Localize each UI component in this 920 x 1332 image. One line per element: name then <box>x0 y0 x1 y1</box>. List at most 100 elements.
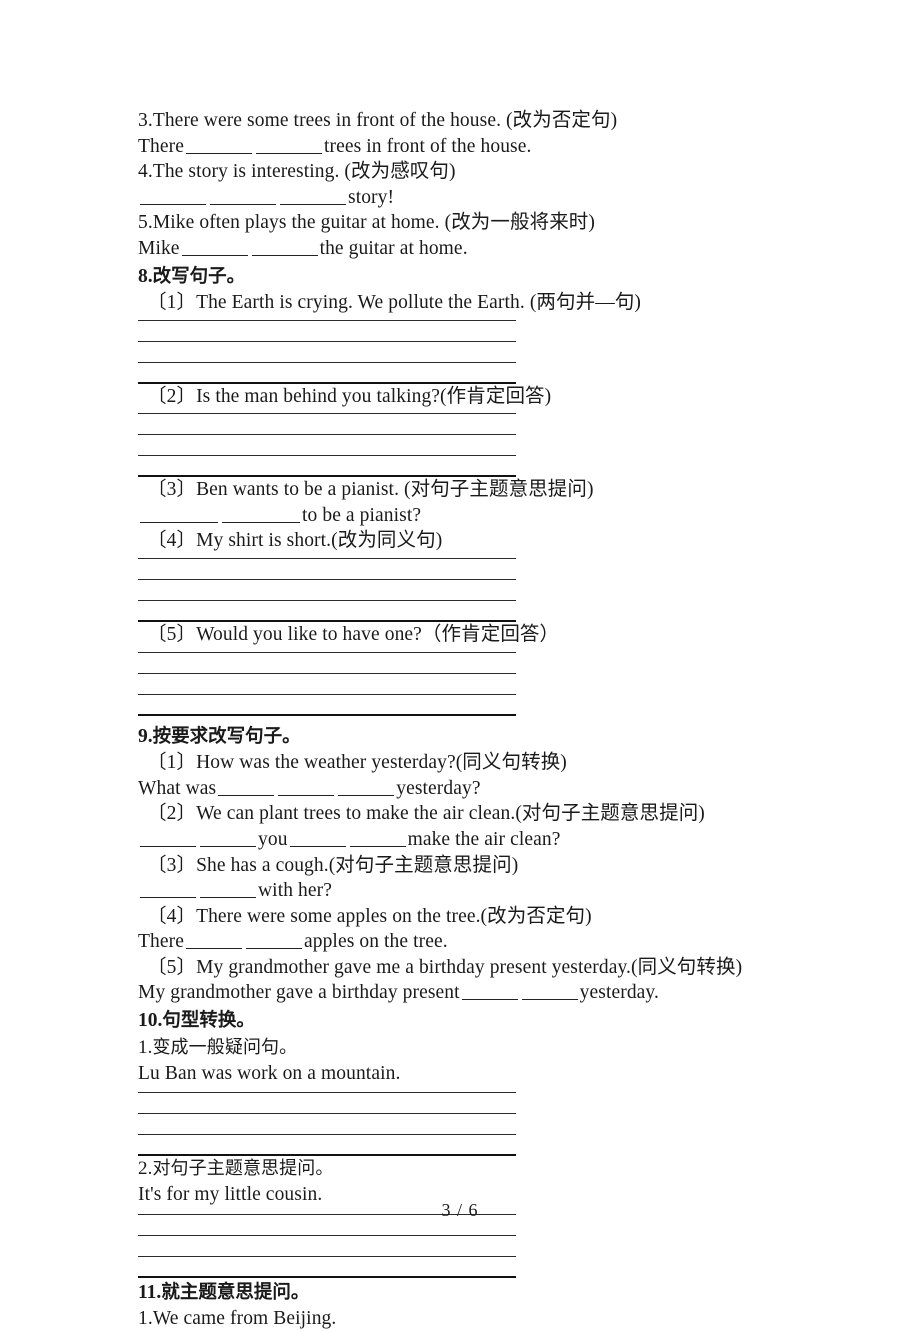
question-4-answer-line: story! <box>138 185 878 211</box>
worksheet-page: 3.There were some trees in front of the … <box>0 0 920 1329</box>
item-label: 〔4〕 <box>147 905 197 927</box>
answer-rule <box>138 413 516 415</box>
blank-field[interactable] <box>185 933 242 950</box>
blank-field[interactable] <box>185 138 252 154</box>
section-11-heading: 11.就主题意思提问。 <box>138 1280 878 1307</box>
instruction-text: 变成一般疑问句。 <box>152 1036 298 1058</box>
answer-suffix: the guitar at home. <box>319 237 468 259</box>
item-label: 〔1〕 <box>147 752 197 774</box>
answer-rule-heavy <box>138 1275 516 1278</box>
section-8-title: 改写句子。 <box>152 265 246 287</box>
answer-prefix: My grandmother gave a birthday present <box>138 982 460 1004</box>
blank-field[interactable] <box>140 507 218 523</box>
blank-field[interactable] <box>289 831 346 847</box>
item-text: Would you like to have one?（作肯定回答） <box>196 624 560 646</box>
section-10-title: 句型转换。 <box>162 1010 255 1032</box>
answer-rule <box>138 1234 516 1236</box>
answer-rule <box>138 600 516 602</box>
blank-field[interactable] <box>200 882 256 899</box>
answer-rule <box>138 361 516 363</box>
s10-item-2-instruction: 2.对句子主题意思提问。 <box>138 1156 878 1182</box>
item-label: 〔5〕 <box>147 956 197 978</box>
s10-answer-block-2[interactable] <box>138 1213 516 1278</box>
s9-item-4: 〔4〕There were some apples on the tree.(改… <box>147 904 878 930</box>
section-8-heading: 8.改写句子。 <box>138 264 878 291</box>
blank-field[interactable] <box>349 831 406 847</box>
answer-suffix: trees in front of the house. <box>323 135 532 157</box>
blank-field[interactable] <box>245 933 302 950</box>
blank-field[interactable] <box>140 189 206 205</box>
section-11-number: 11. <box>138 1281 162 1303</box>
answer-prefix: There <box>138 135 184 157</box>
item-text: My shirt is short.(改为同义句) <box>196 530 443 552</box>
blank-field[interactable] <box>140 882 196 899</box>
s8-answer-block-2[interactable] <box>138 413 516 478</box>
item-text: We can plant trees to make the air clean… <box>196 803 705 825</box>
section-11-title: 就主题意思提问。 <box>161 1281 310 1303</box>
item-label: 〔4〕 <box>147 530 197 552</box>
page-number: 3 / 6 <box>441 1200 479 1220</box>
s9-item-1-answer-line: What was yesterday? <box>138 776 878 802</box>
content-column: 3.There were some trees in front of the … <box>138 108 878 1332</box>
section-9-number: 9. <box>138 725 153 747</box>
item-label: 〔5〕 <box>147 624 197 646</box>
s8-answer-block-1[interactable] <box>138 319 516 384</box>
item-label: 〔2〕 <box>147 803 197 825</box>
section-10-number: 10. <box>138 1010 163 1032</box>
blank-field[interactable] <box>251 240 318 256</box>
question-4-prompt: 4.The story is interesting. (改为感叹句) <box>138 161 456 183</box>
s8-item-1: 〔1〕The Earth is crying. We pollute the E… <box>147 290 878 316</box>
blank-field[interactable] <box>338 780 395 796</box>
answer-rule <box>138 1092 516 1094</box>
s8-item-3: 〔3〕Ben wants to be a pianist. (对句子主题意思提问… <box>147 477 878 503</box>
blank-field[interactable] <box>218 780 275 796</box>
question-3-prompt: 3.There were some trees in front of the … <box>138 110 618 131</box>
blank-field[interactable] <box>140 831 196 847</box>
answer-rule <box>138 340 516 342</box>
question-3-answer-line: There trees in front of the house. <box>138 134 878 160</box>
answer-suffix: story! <box>348 186 395 208</box>
s8-item-2: 〔2〕Is the man behind you talking?(作肯定回答) <box>147 384 878 410</box>
answer-prefix: What was <box>138 777 217 799</box>
blank-field[interactable] <box>181 240 248 256</box>
s11-item-1-sentence: 1.We came from Beijing. <box>138 1306 878 1332</box>
blank-field[interactable] <box>280 189 346 205</box>
answer-prefix: There <box>138 931 184 953</box>
answer-suffix: to be a pianist? <box>302 504 422 526</box>
section-10-heading: 10.句型转换。 <box>138 1008 878 1035</box>
answer-prefix: Mike <box>138 237 180 259</box>
item-text: Ben wants to be a pianist. (对句子主题意思提问) <box>196 479 594 501</box>
blank-field[interactable] <box>521 984 578 1001</box>
s9-item-5-answer-line: My grandmother gave a birthday present ye… <box>138 980 878 1006</box>
answer-rule <box>138 434 516 436</box>
s8-answer-block-5[interactable] <box>138 651 516 716</box>
blank-field[interactable] <box>461 984 518 1001</box>
s9-item-2-answer-line: you make the air clean? <box>138 827 878 853</box>
item-label: 〔3〕 <box>147 479 197 501</box>
blank-field[interactable] <box>255 138 322 154</box>
answer-suffix: with her? <box>258 880 332 902</box>
blank-field[interactable] <box>200 831 256 847</box>
s9-item-5: 〔5〕My grandmother gave me a birthday pre… <box>147 955 878 981</box>
blank-field[interactable] <box>222 507 300 523</box>
s10-answer-block-1[interactable] <box>138 1092 516 1157</box>
s8-item-3-answer-line: to be a pianist? <box>138 503 878 529</box>
section-9-heading: 9.按要求改写句子。 <box>138 724 878 751</box>
item-text: Is the man behind you talking?(作肯定回答) <box>196 385 552 407</box>
s9-item-4-answer-line: There apples on the tree. <box>138 929 878 955</box>
answer-rule <box>138 319 516 321</box>
s8-answer-block-4[interactable] <box>138 558 516 623</box>
blank-field[interactable] <box>210 189 276 205</box>
section-8-number: 8. <box>138 265 153 287</box>
instruction-text: 对句子主题意思提问。 <box>152 1158 334 1180</box>
item-label: 〔3〕 <box>147 854 197 876</box>
s9-item-3-answer-line: with her? <box>138 878 878 904</box>
answer-rule <box>138 579 516 581</box>
s10-item-1-sentence: Lu Ban was work on a mountain. <box>138 1062 401 1084</box>
s10-item-1-instruction: 1.变成一般疑问句。 <box>138 1035 878 1061</box>
question-5-prompt: 5.Mike often plays the guitar at home. (… <box>138 212 596 234</box>
question-5-answer-line: Mike the guitar at home. <box>138 236 878 262</box>
blank-field[interactable] <box>278 780 335 796</box>
s9-item-3: 〔3〕She has a cough.(对句子主题意思提问) <box>147 853 878 879</box>
